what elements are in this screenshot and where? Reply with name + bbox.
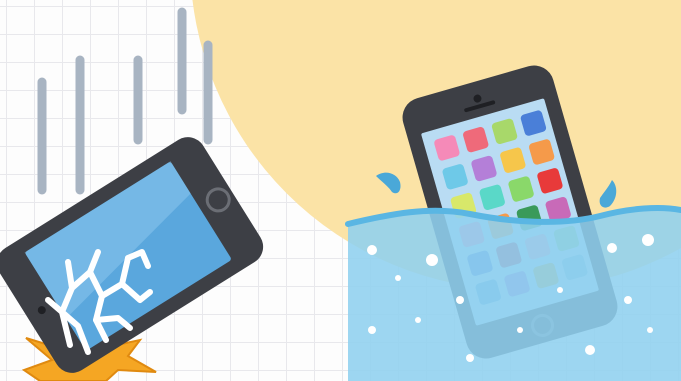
illustration [0,0,681,381]
illustration-canvas [0,0,681,381]
water-body [348,208,681,381]
